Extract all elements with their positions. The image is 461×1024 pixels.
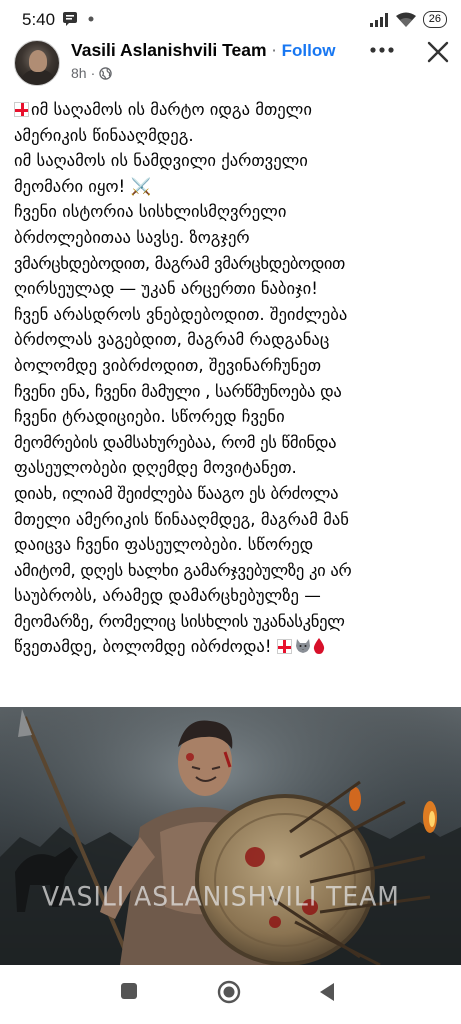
- blood-drop-icon: [313, 638, 324, 655]
- author-line: Vasili Aslanishvili Team · Follow: [71, 40, 335, 61]
- author-avatar[interactable]: [14, 40, 60, 86]
- more-options-button[interactable]: [366, 38, 398, 62]
- georgian-flag-icon: [14, 102, 29, 117]
- meta-separator: ·: [90, 65, 96, 81]
- post-header: Vasili Aslanishvili Team · Follow 8h ·: [0, 38, 461, 94]
- battery-indicator: 26: [422, 11, 447, 28]
- wifi-icon: [395, 12, 416, 27]
- post-text-line: მეომარზე, რომელიც სისხლის უკანასკნელ: [14, 611, 345, 631]
- post-text-line: ბრძოლებითაა სავსე. ზოგჯერ: [14, 227, 250, 247]
- post-text-line: საუბრობს, არამედ დამარცხებულზე —: [14, 586, 321, 606]
- warrior-with-shield-image: [0, 707, 461, 965]
- post-text-line: ჩვენ არასდროს ვნებდებოდით. შეიძლება: [14, 304, 348, 324]
- close-icon: [427, 41, 449, 63]
- post-text-line: წვეთამდე, ბოლომდე იბრძოდა!: [14, 634, 454, 660]
- post-text-line: მეომარი იყო! ⚔️: [14, 176, 152, 196]
- status-time: 5:40: [22, 10, 56, 29]
- follow-button[interactable]: Follow: [282, 41, 336, 61]
- post-meta: 8h ·: [71, 65, 112, 81]
- triangle-back-icon: [320, 983, 334, 1001]
- avatar-face-shape: [29, 50, 47, 72]
- status-right-icons: 26: [369, 11, 447, 28]
- post-text-line: მთელი ამერიკის წინააღმდეგ, მაგრამ მან: [14, 509, 349, 529]
- recents-button[interactable]: [120, 982, 138, 1004]
- post-text-line: ფასეულობები დღემდე მოვიტანეთ.: [14, 458, 297, 478]
- post-text-line: ამიტომ, დღეს ხალხი გამარჯვებულზე კი არ: [14, 560, 352, 580]
- image-watermark: VASILI ASLANISHVILI TEAM: [42, 881, 400, 912]
- post-text-line: მეომრების დამსახურებაა, რომ ეს წმინდა: [14, 432, 337, 452]
- post-text-line: დაიცვა ჩვენი ფასეულობები. სწორედ: [14, 535, 314, 555]
- post-text-line: დიახ, ილიამ შეიძლება წააგო ეს ბრძოლა: [14, 483, 339, 503]
- post-text-line: ბოლომდე ვიბრძოდით, შევინარჩუნეთ: [14, 355, 322, 375]
- author-separator: ·: [271, 41, 277, 60]
- post-text-line: იმ საღამოს ის ნამდვილი ქართველი: [14, 151, 308, 171]
- wolf-icon: [295, 639, 310, 654]
- post-text-line: იმ საღამოს ის მარტო იდგა მთელი: [14, 97, 454, 123]
- message-icon: [63, 12, 77, 26]
- post-text-line: ამერიკის წინააღმდეგ.: [14, 125, 194, 145]
- post-text-line: ღირსეულად — უკან არცერთი ნაბიჯი!: [14, 279, 318, 299]
- globe-icon: [99, 66, 112, 80]
- circle-home-icon: [217, 980, 241, 1004]
- status-left-icons: [62, 11, 94, 27]
- notification-dot-icon: [88, 16, 94, 22]
- author-name[interactable]: Vasili Aslanishvili Team: [71, 40, 267, 61]
- post-text-line: ჩვენი ტრადიციები. სწორედ ჩვენი: [14, 407, 285, 427]
- post-text-line: ჩვენი ისტორია სისხლისმღვრელი: [14, 202, 287, 222]
- more-options-icon: [370, 47, 394, 53]
- post-text-line: ბრძოლას ვაგებდით, მაგრამ რადგანაც: [14, 330, 330, 350]
- back-button[interactable]: [318, 982, 336, 1006]
- android-nav-bar: [0, 968, 461, 1024]
- post-text-line: ვმარცხდებოდით, მაგრამ ვმარცხდებოდით: [14, 253, 345, 273]
- signal-icon: [369, 12, 388, 27]
- status-bar: 5:40 26: [0, 0, 461, 40]
- post-image[interactable]: VASILI ASLANISHVILI TEAM: [0, 707, 461, 965]
- post-text: იმ საღამოს ის მარტო იდგა მთელი ამერიკის …: [14, 97, 454, 660]
- post-time[interactable]: 8h: [71, 65, 87, 81]
- square-recents-icon: [121, 983, 137, 999]
- georgian-flag-icon: [276, 639, 292, 655]
- home-button[interactable]: [217, 980, 241, 1008]
- close-button[interactable]: [424, 38, 452, 66]
- post-text-line: ჩვენი ენა, ჩვენი მამული , სარწმუნოება და: [14, 381, 342, 401]
